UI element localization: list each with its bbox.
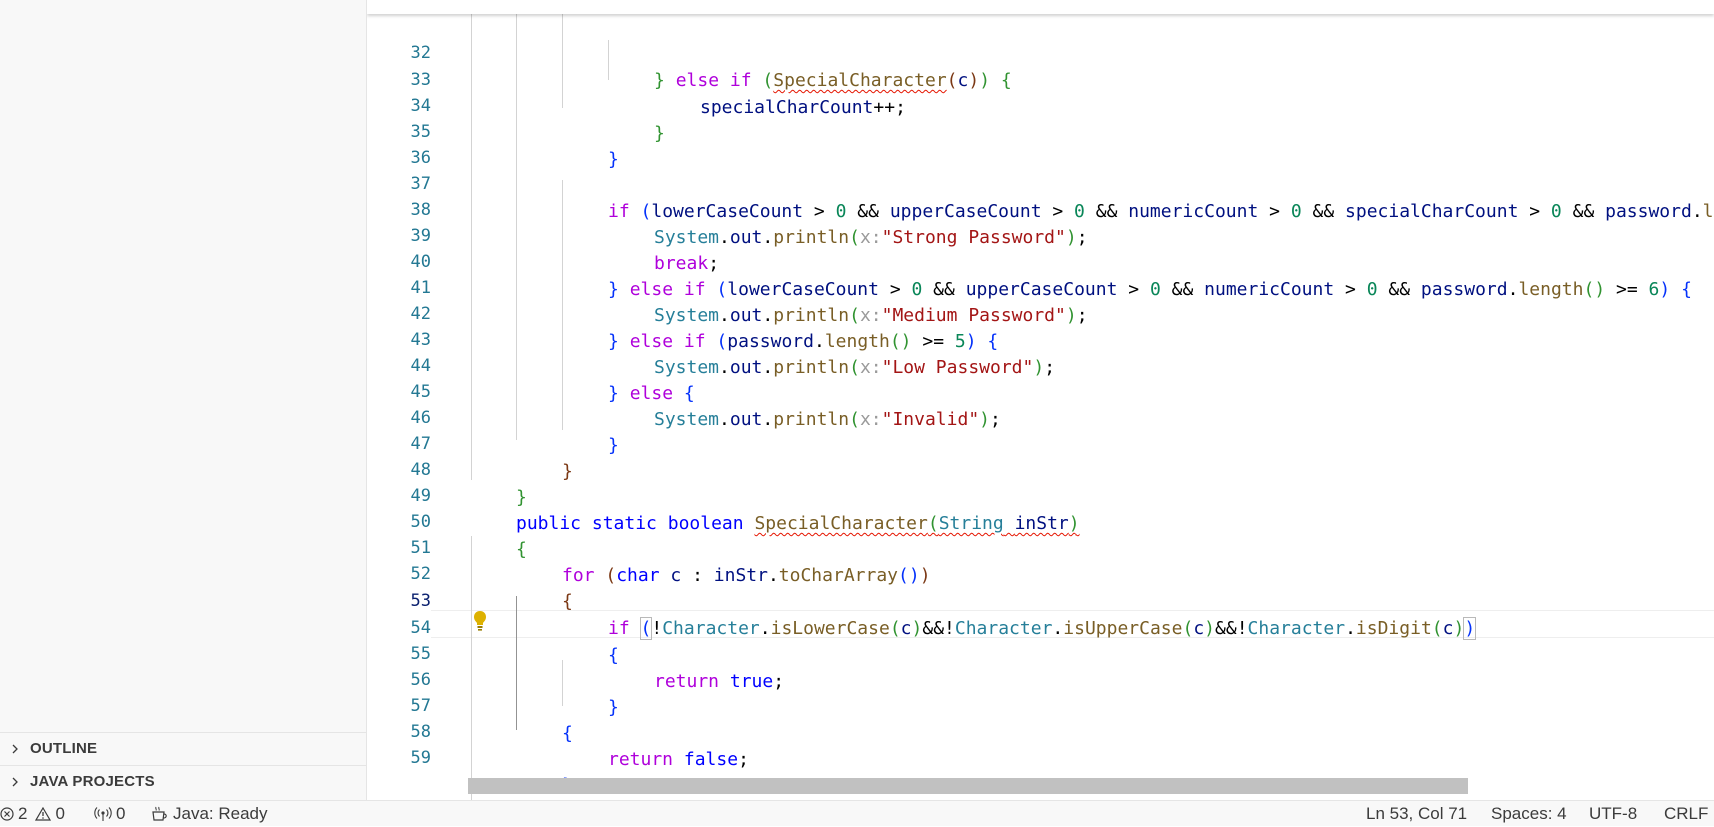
code-line[interactable]: 50 { [367,480,1714,560]
eol-text: CRLF [1664,804,1709,823]
java-projects-section-header[interactable]: JAVA PROJECTS [0,765,366,797]
ports-indicator[interactable]: 0 [94,801,125,827]
code-line[interactable]: 33 specialCharCount++; [367,38,1714,118]
code-line[interactable]: 36 [367,116,1714,168]
code-line[interactable]: 40 } else if (lowerCaseCount > 0 && uppe… [367,220,1714,300]
code-line[interactable]: 52 { [367,532,1714,612]
sidebar: OUTLINE JAVA PROJECTS [0,0,367,800]
code-line[interactable]: 49 public static boolean SpecialCharacte… [367,454,1714,534]
broadcast-icon [94,806,112,822]
code-line[interactable]: 45 System.out.println(x:"Invalid"); [367,350,1714,430]
code-line-active[interactable]: 53 if (!Character.isLowerCase(c)&&!Chara… [367,559,1714,640]
code-line[interactable]: 59 } [367,716,1714,796]
chevron-right-icon [8,742,22,756]
code-line[interactable]: 39 break; [367,194,1714,274]
outline-section-header[interactable]: OUTLINE [0,732,366,764]
sticky-scroll-header[interactable]: 5 public static void main(String[] args) [367,0,1714,14]
code-editor[interactable]: 5 public static void main(String[] args)… [367,0,1714,800]
error-count: 2 [18,804,28,823]
lightbulb-icon[interactable] [472,609,488,633]
java-status-text: Java: Ready [173,804,268,823]
code-line[interactable]: 57 { [367,664,1714,744]
error-icon [0,807,14,821]
line-code: return false; [608,749,749,770]
code-line[interactable]: 56 } [367,638,1714,718]
encoding-text: UTF-8 [1589,804,1638,823]
code-line[interactable]: 46 } [367,376,1714,456]
code-line[interactable]: 47 } [367,402,1714,482]
java-projects-section-label: JAVA PROJECTS [30,773,155,790]
cursor-position-text: Ln 53, Col 71 [1366,804,1468,823]
code-line[interactable]: 37 if (lowerCaseCount > 0 && upperCaseCo… [367,142,1714,222]
code-line[interactable]: 48 } [367,428,1714,508]
eol-selector[interactable]: CRLF [1664,801,1708,827]
code-line[interactable]: 35 } [367,90,1714,170]
indentation-text: Spaces: 4 [1491,804,1567,823]
ports-count: 0 [116,804,126,823]
problems-indicator[interactable]: 2 0 [0,801,65,827]
status-bar: 2 0 0 Java: Ready Ln 53, Col 71 Spaces: … [0,800,1714,826]
code-line[interactable]: 58 return false; [367,690,1714,770]
code-line[interactable]: 38 System.out.println(x:"Strong Password… [367,168,1714,248]
horizontal-scrollbar-thumb[interactable] [468,778,1468,794]
indentation-selector[interactable]: Spaces: 4 [1491,801,1567,827]
outline-section-label: OUTLINE [30,740,98,757]
coffee-cup-icon [151,806,169,822]
line-number: 59 [410,748,431,768]
code-line[interactable]: 41 System.out.println(x:"Medium Password… [367,246,1714,326]
code-line[interactable]: 51 for (char c : inStr.toCharArray()) [367,506,1714,586]
chevron-right-icon [8,775,22,789]
code-line[interactable]: 32 } else if (SpecialCharacter(c)) { [367,11,1714,91]
code-line[interactable]: 55 return true; [367,612,1714,692]
cursor-position[interactable]: Ln 53, Col 71 [1366,801,1467,827]
code-line[interactable]: 54 { [367,586,1714,666]
encoding-selector[interactable]: UTF-8 [1589,801,1637,827]
warning-count: 0 [55,804,65,823]
code-line[interactable]: 44 } else { [367,324,1714,404]
warning-icon [35,807,52,821]
code-line[interactable]: 43 System.out.println(x:"Low Password"); [367,298,1714,378]
java-status[interactable]: Java: Ready [151,801,268,827]
line-number: 5 [367,13,431,14]
code-line[interactable]: 42 } else if (password.length() >= 5) { [367,272,1714,352]
code-line[interactable]: 34 } [367,64,1714,144]
